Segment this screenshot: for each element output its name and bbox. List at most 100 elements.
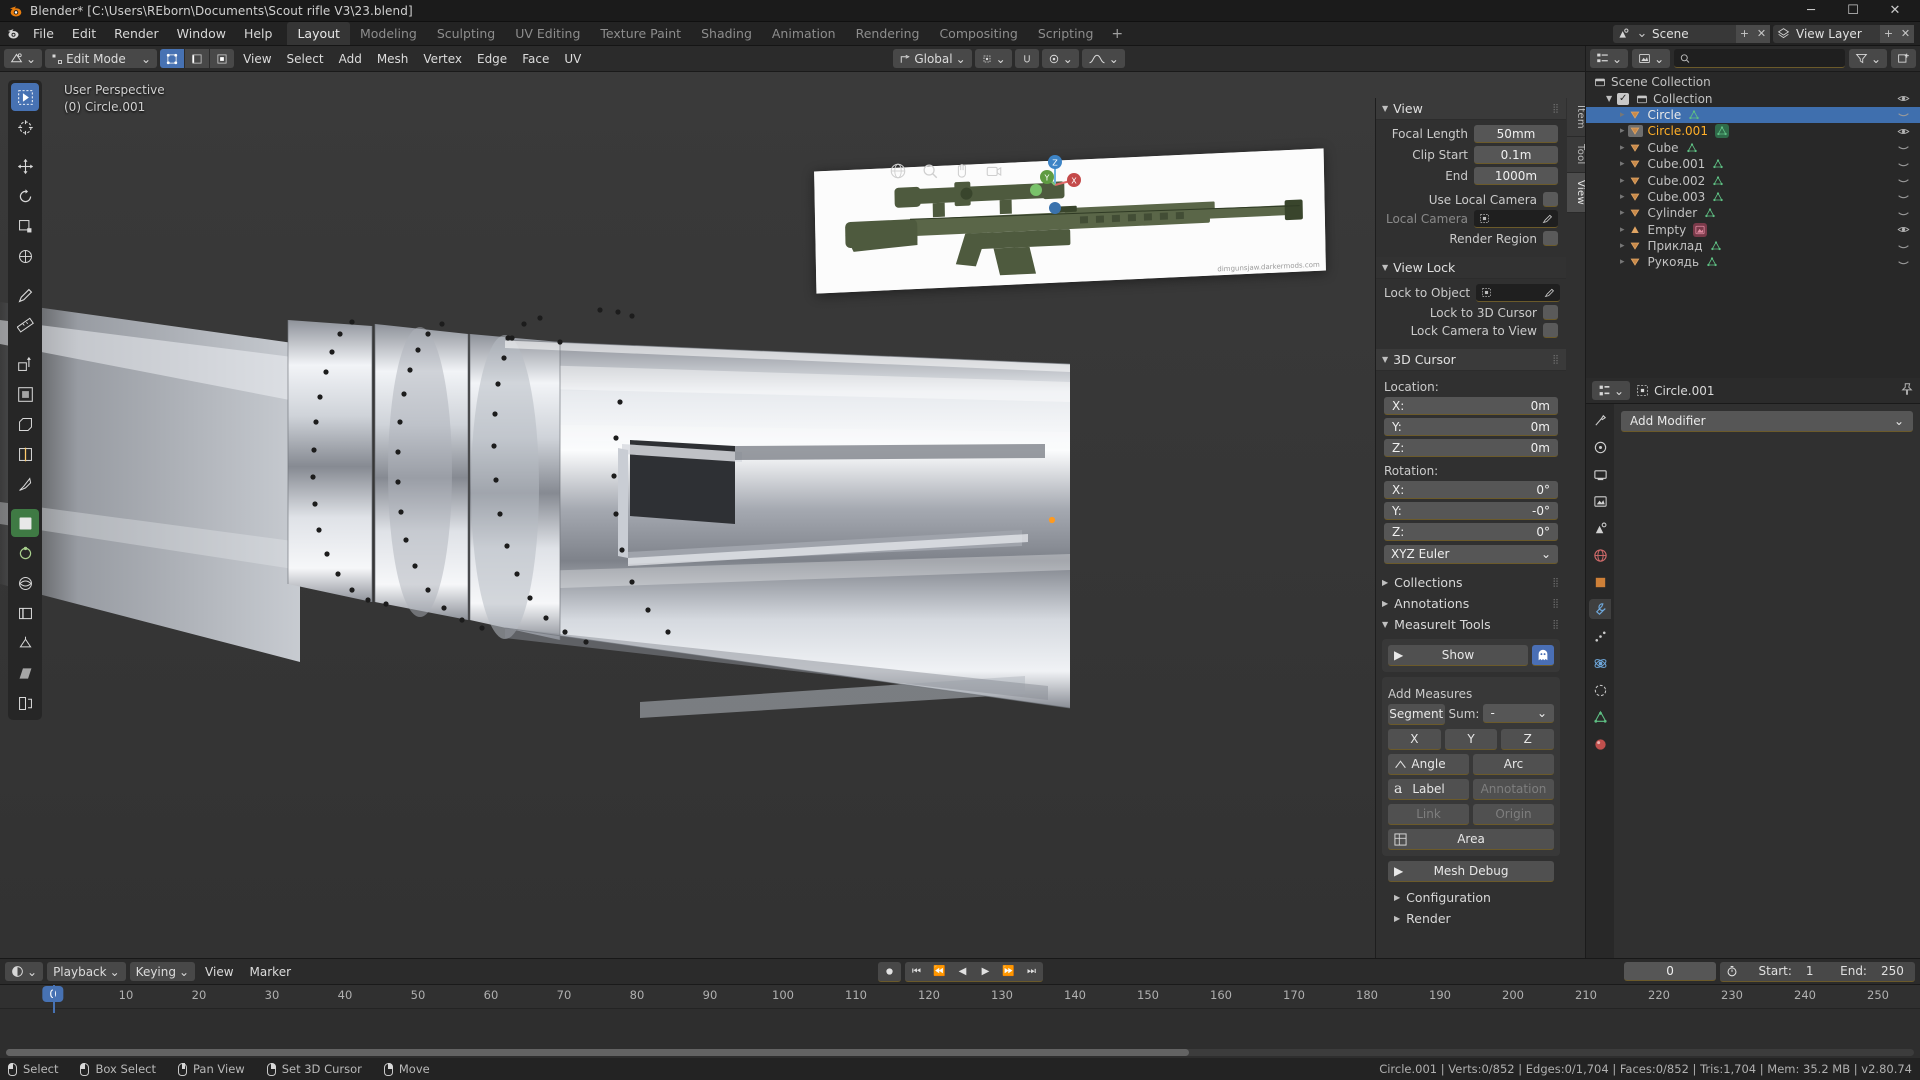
timeline-ruler[interactable]: 0102030405060708090100110120130140150160… [0, 985, 1920, 1009]
measureit-segment-button[interactable]: Segment [1388, 704, 1445, 725]
lock-to-object-field[interactable] [1476, 284, 1561, 302]
local-camera-field[interactable] [1474, 210, 1558, 228]
timeline-menu-marker[interactable]: Marker [244, 962, 297, 981]
outliner-search-input[interactable] [1695, 51, 1839, 65]
clip-end-value[interactable]: 1000m [1474, 167, 1558, 185]
outliner-display-mode-button[interactable]: ⌄ [1632, 49, 1671, 68]
workspace-tab-texture-paint[interactable]: Texture Paint [590, 22, 691, 45]
expand-arrow-icon[interactable]: ▸ [1620, 257, 1625, 267]
expand-arrow-icon[interactable]: ▸ [1620, 143, 1625, 153]
mesh-data-icon[interactable] [1714, 124, 1729, 139]
collection-checkbox[interactable]: ✓ [1617, 92, 1630, 105]
extrude-region-tool[interactable] [11, 350, 39, 378]
viewlayer-selector[interactable]: View Layer + ✕ [1773, 24, 1914, 43]
viewport-menu-face[interactable]: Face [516, 49, 555, 68]
properties-tab-constraints[interactable] [1589, 680, 1611, 700]
timeline-menu-keying[interactable]: Keying ⌄ [129, 962, 196, 981]
expand-arrow-icon[interactable]: ▸ [1620, 110, 1625, 120]
viewport-menu-vertex[interactable]: Vertex [417, 49, 468, 68]
properties-tab-data[interactable] [1589, 707, 1611, 727]
previous-keyframe-button[interactable]: ⏪ [928, 962, 951, 981]
workspace-tab-layout[interactable]: Layout [287, 22, 350, 45]
visibility-toggle-icon[interactable] [1897, 174, 1910, 187]
properties-tab-object[interactable] [1589, 572, 1611, 592]
outliner-row-cylinder[interactable]: ▸ Cylinder [1586, 205, 1920, 221]
vertex-select-mode-button[interactable] [160, 49, 185, 68]
mesh-data-icon[interactable] [1710, 240, 1722, 252]
menu-file[interactable]: File [24, 22, 63, 45]
knife-tool[interactable] [11, 470, 39, 498]
outliner-row-cube-002[interactable]: ▸ Cube.002 [1586, 172, 1920, 188]
add-workspace-button[interactable]: + [1103, 22, 1131, 45]
workspace-tab-modeling[interactable]: Modeling [350, 22, 427, 45]
new-viewlayer-button[interactable]: + [1880, 24, 1897, 43]
properties-tab-tool[interactable] [1589, 410, 1611, 430]
workspace-tab-animation[interactable]: Animation [762, 22, 846, 45]
properties-tab-modifiers[interactable] [1589, 599, 1611, 619]
close-button[interactable]: ✕ [1874, 0, 1916, 22]
use-preview-range-icon[interactable] [1720, 962, 1743, 981]
mesh-data-icon[interactable] [1704, 207, 1716, 219]
menu-render[interactable]: Render [105, 22, 168, 45]
measureit-z-button[interactable]: Z [1501, 729, 1555, 750]
visibility-toggle-icon[interactable] [1897, 141, 1910, 154]
measureit-label-button[interactable]: a Label [1388, 779, 1469, 800]
expand-arrow-icon[interactable]: ▸ [1620, 192, 1625, 202]
render-region-checkbox[interactable] [1543, 231, 1558, 246]
proportional-edit-button[interactable]: ⌄ [1041, 49, 1079, 68]
toggle-camera-view-icon[interactable] [983, 160, 1005, 182]
tweak-tool[interactable] [11, 83, 39, 111]
blender-menu-icon[interactable] [2, 22, 24, 45]
outliner-row-приклад[interactable]: ▸ Приклад [1586, 238, 1920, 254]
clip-start-value[interactable]: 0.1m [1474, 146, 1558, 164]
rotation-mode-dropdown[interactable]: XYZ Euler ⌄ [1384, 545, 1558, 564]
visibility-toggle-icon[interactable] [1897, 207, 1910, 220]
outliner-filter-button[interactable]: ⌄ [1848, 49, 1887, 68]
measureit-arc-button[interactable]: Arc [1473, 754, 1554, 775]
collection-visibility-icon[interactable] [1897, 92, 1910, 105]
scale-tool[interactable] [11, 212, 39, 240]
sidebar-tab-tool[interactable]: Tool [1567, 136, 1585, 173]
transform-tool[interactable] [11, 242, 39, 270]
expand-arrow-icon[interactable]: ▸ [1620, 208, 1625, 218]
bevel-tool[interactable] [11, 410, 39, 438]
measureit-mesh-debug-button[interactable]: ▶ Mesh Debug [1388, 861, 1554, 882]
timeline-scrollbar[interactable] [6, 1049, 1914, 1056]
properties-tab-render[interactable] [1589, 437, 1611, 457]
panel-header-annotations[interactable]: ▶ Annotations ⣿ [1376, 593, 1566, 614]
properties-tab-view-layer[interactable] [1589, 491, 1611, 511]
outliner-row-circle[interactable]: ▸ Circle [1586, 106, 1920, 124]
properties-tab-particles[interactable] [1589, 626, 1611, 646]
edge-slide-tool[interactable] [11, 599, 39, 627]
visibility-toggle-icon[interactable] [1897, 223, 1910, 236]
mesh-data-icon[interactable] [1712, 191, 1724, 203]
properties-tab-physics[interactable] [1589, 653, 1611, 673]
measureit-origin-button[interactable]: Origin [1473, 804, 1554, 825]
properties-tab-material[interactable] [1589, 734, 1611, 754]
outliner-row-scene-collection[interactable]: Scene Collection [1586, 74, 1920, 90]
viewport-menu-mesh[interactable]: Mesh [371, 49, 415, 68]
workspace-tab-scripting[interactable]: Scripting [1028, 22, 1104, 45]
scene-selector[interactable]: ⌄ Scene + ✕ [1613, 24, 1770, 43]
outliner-new-collection-button[interactable] [1891, 49, 1916, 68]
cursor-location-x-field[interactable]: X: 0m [1384, 397, 1558, 415]
play-reverse-button[interactable]: ◀ [951, 962, 974, 981]
pan-view-icon[interactable] [951, 160, 973, 182]
editor-type-selector[interactable]: ⌄ [4, 49, 43, 68]
panel-header-measureit[interactable]: ▼ MeasureIt Tools ⣿ [1376, 614, 1566, 635]
focal-length-value[interactable]: 50mm [1474, 125, 1558, 143]
expand-arrow-icon[interactable]: ▸ [1620, 159, 1625, 169]
inset-faces-tool[interactable] [11, 380, 39, 408]
workspace-tab-shading[interactable]: Shading [691, 22, 762, 45]
mesh-data-icon[interactable] [1712, 158, 1724, 170]
minimize-button[interactable]: ─ [1790, 0, 1832, 22]
toggle-xray-icon[interactable] [887, 160, 909, 182]
shrink-fatten-tool[interactable] [11, 629, 39, 657]
timeline-editor-type-button[interactable]: ⌄ [5, 962, 44, 981]
cursor-location-z-field[interactable]: Z: 0m [1384, 439, 1558, 457]
new-scene-button[interactable]: + [1736, 24, 1753, 43]
face-select-mode-button[interactable] [210, 49, 235, 68]
menu-edit[interactable]: Edit [63, 22, 105, 45]
start-frame-field[interactable]: Start: 1 [1743, 962, 1829, 981]
panel-header-render[interactable]: ▶ Render [1382, 908, 1560, 929]
